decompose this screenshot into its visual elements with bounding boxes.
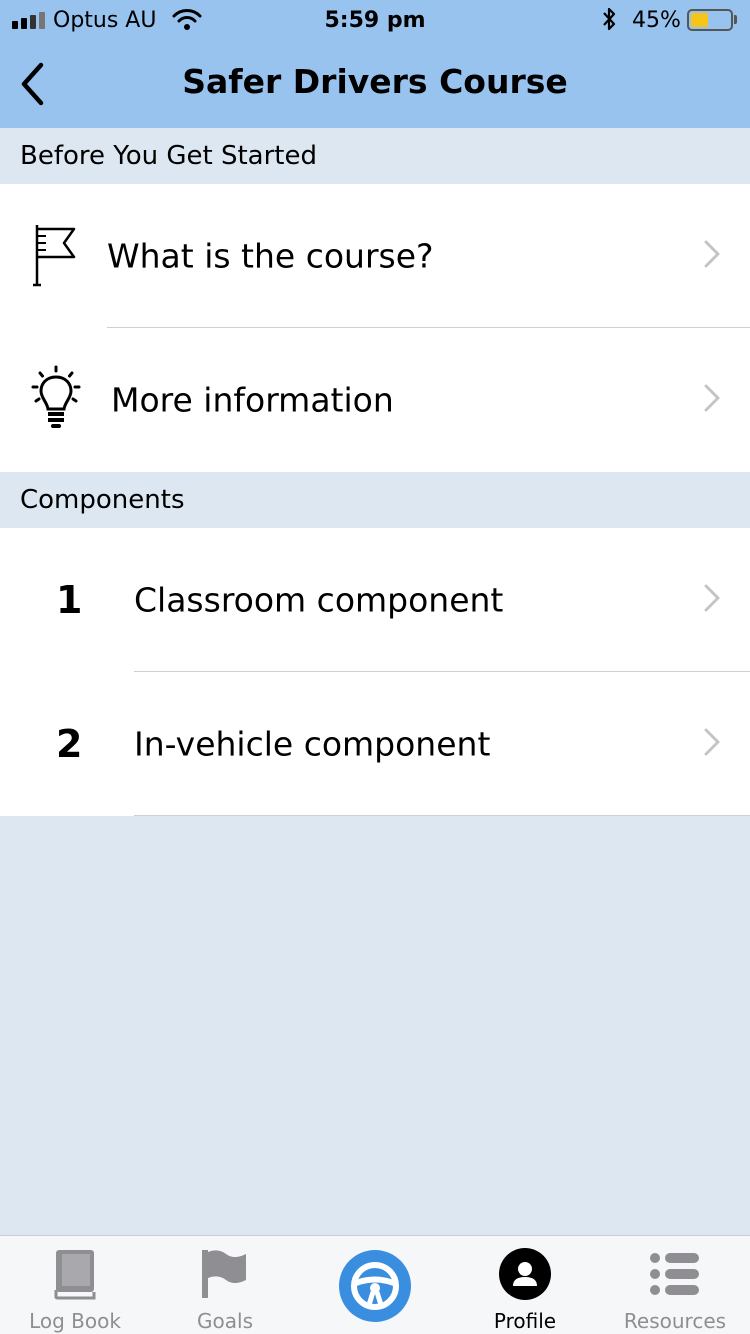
list-item-more-information[interactable]: More information (0, 328, 750, 472)
user-icon (450, 1248, 600, 1300)
list-item-in-vehicle-component[interactable]: 2 In-vehicle component (0, 672, 750, 816)
list-item-label: More information (111, 380, 394, 420)
tab-label: Profile (493, 1309, 557, 1333)
tab-label: Goals (197, 1309, 253, 1333)
list-item-label: Classroom component (134, 580, 504, 620)
nav-header: Safer Drivers Course (0, 40, 750, 128)
book-icon (0, 1248, 150, 1300)
lightbulb-icon (30, 365, 82, 435)
tab-label: Log Book (29, 1309, 121, 1333)
list-item-what-is-course[interactable]: What is the course? (0, 184, 750, 328)
section-header-components: Components (0, 472, 750, 528)
before-list: What is the course? More information (0, 184, 750, 472)
tab-label: Resources (623, 1309, 727, 1333)
item-number: 1 (56, 578, 83, 622)
battery-fill (691, 13, 708, 27)
tab-goals[interactable]: Goals (150, 1236, 300, 1334)
status-bar: Optus AU 5:59 pm 45% (0, 0, 750, 40)
section-header-before: Before You Get Started (0, 128, 750, 184)
battery-percent: 45% (632, 8, 681, 33)
flag-icon (30, 221, 80, 291)
list-item-label: What is the course? (107, 236, 434, 276)
chevron-right-icon (704, 384, 720, 416)
chevron-right-icon (704, 584, 720, 616)
tab-log-book[interactable]: Log Book (0, 1236, 150, 1334)
steering-wheel-icon (300, 1250, 450, 1322)
top-bar: Optus AU 5:59 pm 45% Safer Drivers Cours… (0, 0, 750, 128)
chevron-right-icon (704, 240, 720, 272)
page-title: Safer Drivers Course (182, 62, 568, 101)
divider (134, 815, 750, 816)
list-icon (600, 1248, 750, 1300)
chevron-right-icon (704, 728, 720, 760)
list-item-label: In-vehicle component (134, 724, 491, 764)
tab-profile[interactable]: Profile (450, 1236, 600, 1334)
tab-drive[interactable] (300, 1236, 450, 1334)
tab-resources[interactable]: Resources (600, 1236, 750, 1334)
tab-bar: Log Book Goals Profile Resources (0, 1235, 750, 1334)
bluetooth-icon (600, 6, 618, 38)
battery-nub (734, 15, 737, 24)
flag-icon (150, 1248, 300, 1300)
components-list: 1 Classroom component 2 In-vehicle compo… (0, 528, 750, 816)
item-number: 2 (56, 722, 83, 766)
list-item-classroom-component[interactable]: 1 Classroom component (0, 528, 750, 672)
battery-icon (687, 9, 733, 31)
